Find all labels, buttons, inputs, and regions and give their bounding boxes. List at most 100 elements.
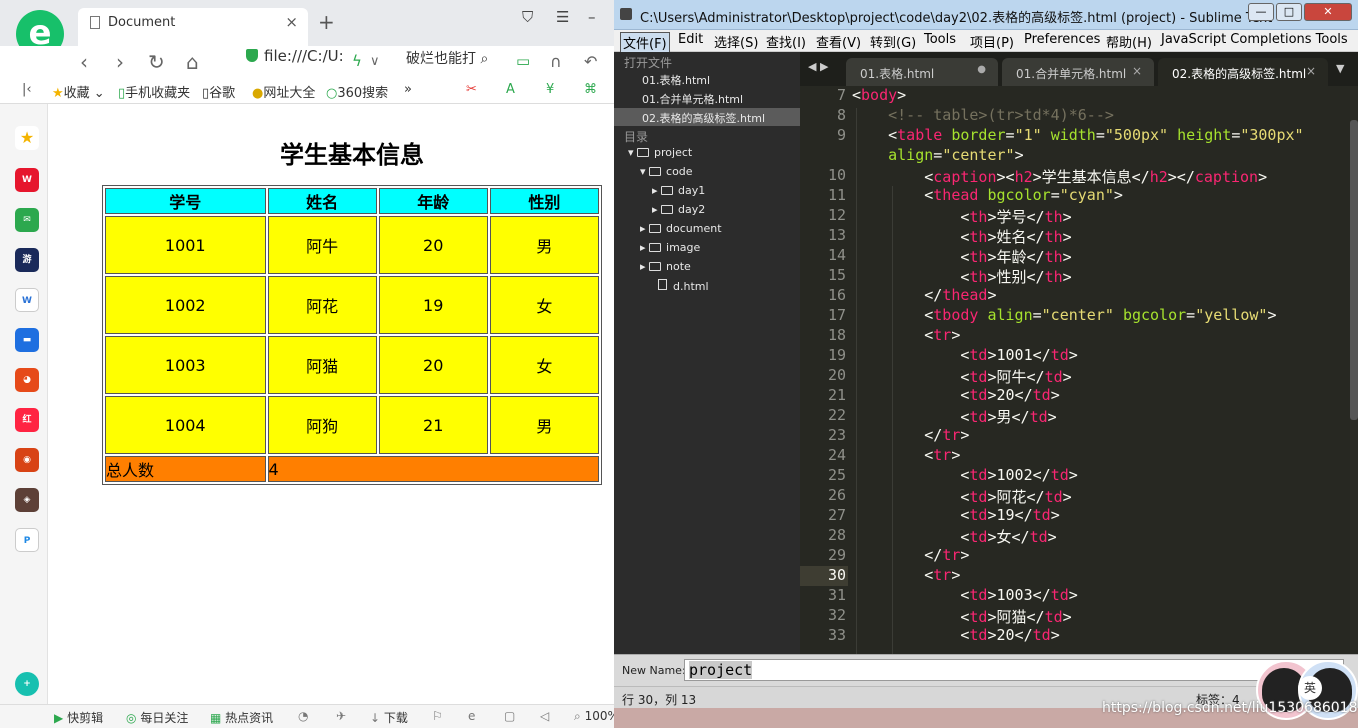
menu-preferences[interactable]: Preferences: [1022, 32, 1102, 47]
speed-icon[interactable]: ◔: [298, 709, 308, 723]
status-quickclip[interactable]: ▶ 快剪辑: [54, 709, 103, 726]
tree-item-document[interactable]: ▸ document: [640, 222, 722, 235]
window-icon[interactable]: ▢: [504, 709, 515, 723]
editor-tab-bar: ◀ ▶ 01.表格.html ● 01.合并单元格.html × 02.表格的高级标…: [800, 52, 1358, 86]
status-daily[interactable]: ◎ 每日关注: [126, 709, 188, 726]
tab-close-icon[interactable]: ×: [1132, 64, 1142, 78]
shirt-icon[interactable]: ⛉: [522, 8, 533, 26]
weibo-icon[interactable]: W: [15, 168, 39, 192]
game-icon[interactable]: 游: [15, 248, 39, 272]
open-file-item-active[interactable]: 02.表格的高级标签.html: [642, 110, 765, 126]
cell-id: 1002: [105, 276, 266, 334]
home-icon[interactable]: ⌂: [186, 50, 199, 74]
doc-icon[interactable]: W: [15, 288, 39, 312]
minimize-button[interactable]: —: [1248, 3, 1274, 21]
unsaved-dot-icon[interactable]: ●: [977, 64, 986, 75]
tree-item-code[interactable]: ▾ code: [640, 165, 693, 178]
lightning-icon[interactable]: ϟ: [352, 52, 362, 70]
bookmark-more[interactable]: »: [404, 82, 412, 97]
menu-edit[interactable]: Edit: [676, 32, 705, 47]
cell-id: 1004: [105, 396, 266, 454]
open-file-item[interactable]: 01.合并单元格.html: [642, 91, 743, 107]
search-box[interactable]: 破烂也能打 ⌕: [406, 48, 488, 68]
headphone-icon[interactable]: ∩: [550, 52, 562, 71]
header-age: 年龄: [378, 188, 488, 214]
new-tab-button[interactable]: +: [318, 10, 335, 34]
forward-icon[interactable]: ›: [116, 50, 124, 74]
new-name-input[interactable]: project: [684, 659, 1344, 681]
menu-help[interactable]: 帮助(H): [1104, 32, 1154, 51]
address-bar[interactable]: file:///C:/U:: [246, 47, 344, 65]
menu-selection[interactable]: 选择(S): [712, 32, 760, 51]
menu-goto[interactable]: 转到(G): [868, 32, 918, 51]
translate-icon[interactable]: A: [506, 82, 515, 97]
menu-js-completions[interactable]: JavaScript Completions Tools: [1159, 32, 1350, 47]
tab-nav-arrows-icon[interactable]: ◀ ▶: [808, 60, 828, 73]
star-icon: ★: [52, 86, 64, 101]
menu-file[interactable]: 文件(F): [620, 32, 670, 53]
gamepad-icon[interactable]: ⌘: [584, 82, 597, 97]
tree-item-day1[interactable]: ▸ day1: [652, 184, 705, 197]
tree-item-project[interactable]: ▾ project: [628, 146, 692, 159]
tree-item-day2[interactable]: ▸ day2: [652, 203, 705, 216]
chat-icon[interactable]: ▬: [15, 328, 39, 352]
bookmark-mobile[interactable]: ▯手机收藏夹: [118, 82, 190, 101]
minimize-icon[interactable]: –: [588, 8, 596, 26]
p-icon[interactable]: P: [15, 528, 39, 552]
scissors-icon[interactable]: ✂: [466, 82, 477, 97]
editor-tab-active[interactable]: 02.表格的高级标签.html ×: [1158, 58, 1328, 86]
back-icon[interactable]: ‹: [80, 50, 88, 74]
bird-icon[interactable]: ◕: [15, 368, 39, 392]
code-line: </thead>: [852, 286, 997, 304]
open-file-item[interactable]: 01.表格.html: [642, 72, 710, 88]
cell-name: 阿花: [267, 276, 377, 334]
menu-view[interactable]: 查看(V): [814, 32, 863, 51]
bookmark-directory[interactable]: ●网址大全: [252, 82, 315, 101]
scrollbar-thumb[interactable]: [1350, 120, 1358, 420]
code-line: <tbody align="center" bgcolor="yellow">: [852, 306, 1277, 324]
bookmark-google[interactable]: ▯谷歌: [202, 82, 235, 101]
refresh-icon[interactable]: ↻: [148, 50, 165, 74]
flag-icon[interactable]: ⚐: [432, 709, 443, 723]
add-icon[interactable]: +: [15, 672, 39, 696]
close-button[interactable]: ✕: [1304, 3, 1352, 21]
status-download[interactable]: ↓ 下载: [370, 709, 408, 726]
tree-item-image[interactable]: ▸ image: [640, 241, 700, 254]
mail-icon[interactable]: ✉: [15, 208, 39, 232]
tab-close-icon[interactable]: ×: [1306, 64, 1316, 78]
xiaohongshu-icon[interactable]: 红: [15, 408, 39, 432]
menu-icon[interactable]: ☰: [556, 8, 569, 26]
menu-project[interactable]: 项目(P): [968, 32, 1016, 51]
tab-close-icon[interactable]: ×: [285, 13, 298, 31]
undo-icon[interactable]: ↶: [584, 52, 597, 71]
tree-item-file[interactable]: d.html: [658, 279, 709, 293]
browser-tab[interactable]: Document ×: [78, 8, 308, 46]
menu-find[interactable]: 查找(I): [764, 32, 808, 51]
editor-tab[interactable]: 01.合并单元格.html ×: [1002, 58, 1154, 86]
tree-item-note[interactable]: ▸ note: [640, 260, 691, 273]
ime-badge-icon[interactable]: 英: [1298, 676, 1322, 700]
status-news[interactable]: ▦ 热点资讯: [210, 709, 273, 726]
tab-dropdown-icon[interactable]: ▼: [1336, 62, 1344, 75]
yen-icon[interactable]: ¥: [546, 82, 554, 97]
volume-icon[interactable]: ◁: [540, 709, 549, 723]
bookmark-360search[interactable]: ○360搜索: [326, 82, 388, 101]
maximize-button[interactable]: □: [1276, 3, 1302, 21]
star-icon[interactable]: ★: [15, 126, 39, 150]
menu-tools[interactable]: Tools: [922, 32, 958, 47]
editor-tab[interactable]: 01.表格.html ●: [846, 58, 998, 86]
game3-icon[interactable]: ◈: [15, 488, 39, 512]
ie-icon[interactable]: e: [468, 709, 475, 723]
status-zoom[interactable]: ⌕ 100%: [574, 709, 619, 724]
editor-scrollbar[interactable]: [1350, 90, 1358, 650]
collapse-icon[interactable]: |‹: [22, 82, 32, 97]
code-editor[interactable]: 7 <body> 8 <!-- table>(tr>td*4)*6--> 9 <t…: [800, 86, 1358, 654]
code-line: </tr>: [852, 426, 970, 444]
search-icon[interactable]: ⌕: [480, 51, 488, 67]
game2-icon[interactable]: ◉: [15, 448, 39, 472]
chevron-down-icon[interactable]: ∨: [370, 54, 380, 69]
browser-status-bar: ▶ 快剪辑 ◎ 每日关注 ▦ 热点资讯 ◔ ✈ ↓ 下载 ⚐ e ▢ ◁ ⌕ 1…: [0, 704, 619, 728]
pin-icon[interactable]: ✈: [336, 709, 346, 723]
bookmark-favorites[interactable]: ★收藏 ⌄: [52, 82, 105, 101]
battery-icon[interactable]: ▭: [516, 52, 530, 70]
